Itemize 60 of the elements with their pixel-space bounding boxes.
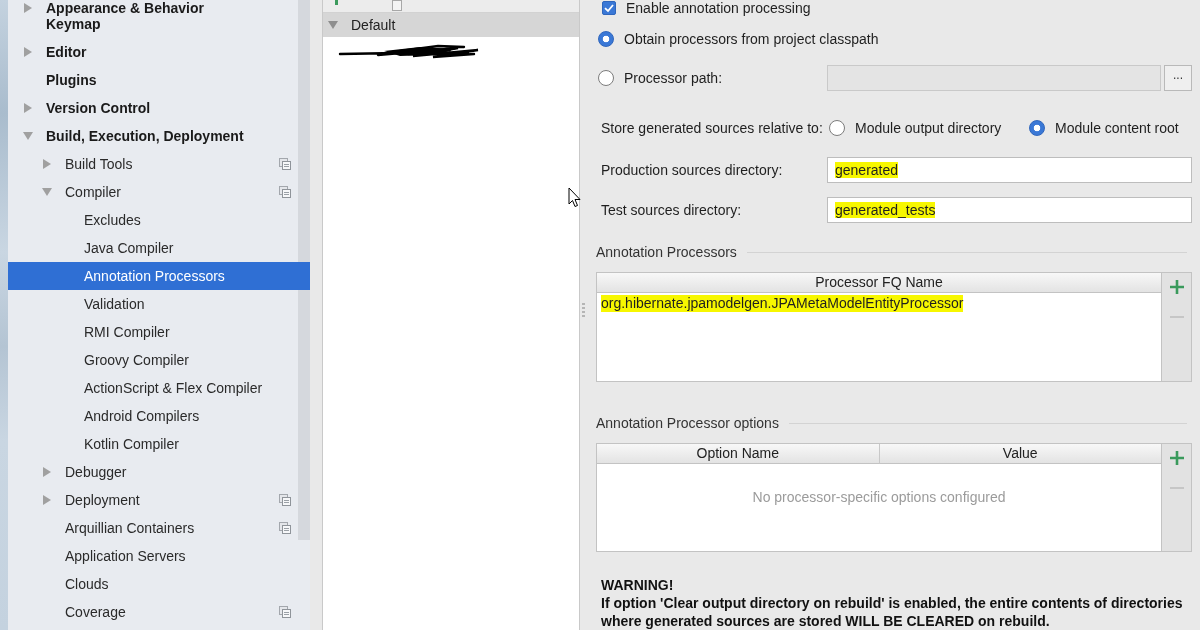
caret-down-icon[interactable] bbox=[42, 188, 52, 196]
caret-right-icon[interactable] bbox=[24, 47, 32, 57]
tree-item[interactable]: Excludes bbox=[8, 206, 310, 234]
tree-item[interactable]: Groovy Compiler bbox=[8, 346, 310, 374]
square-icon[interactable] bbox=[392, 0, 402, 11]
tree-item[interactable]: Kotlin Compiler bbox=[8, 430, 310, 458]
caret-right-icon[interactable] bbox=[43, 495, 51, 505]
tree-item[interactable]: Compiler bbox=[8, 178, 310, 206]
tree-item[interactable]: Validation bbox=[8, 290, 310, 318]
warning-text: If option 'Clear output directory on rebuild' is enabled, the entire contents of directories where generated sources are stored WILL BE CLEARED on rebuild. bbox=[601, 594, 1184, 630]
tree-item[interactable]: Deployment bbox=[8, 486, 310, 514]
caret-right-icon[interactable] bbox=[24, 103, 32, 113]
add-icon[interactable] bbox=[1169, 280, 1184, 294]
caret-down-icon[interactable] bbox=[23, 132, 33, 140]
column-header[interactable]: Option Name bbox=[597, 444, 879, 464]
tree-item[interactable]: ActionScript & Flex Compiler bbox=[8, 374, 310, 402]
warning-title: WARNING! bbox=[601, 576, 675, 594]
tree-item[interactable]: Default bbox=[323, 13, 579, 37]
caret-right-icon[interactable] bbox=[43, 159, 51, 169]
caret-right-icon[interactable] bbox=[43, 467, 51, 477]
tree-item[interactable]: Application Servers bbox=[8, 542, 310, 570]
tree-item[interactable]: Editor bbox=[8, 38, 310, 66]
radio-button[interactable]: Module output directory bbox=[829, 117, 1029, 139]
tree-item[interactable]: RMI Compiler bbox=[8, 318, 310, 346]
section-title: Annotation Processor options bbox=[596, 415, 779, 431]
checkbox[interactable]: Enable annotation processing bbox=[602, 0, 811, 16]
column-header[interactable]: Processor FQ Name bbox=[597, 273, 1161, 293]
tree-item[interactable]: Annotation Processors bbox=[8, 262, 310, 290]
tree-item[interactable]: Version Control bbox=[8, 94, 310, 122]
caret-down-icon[interactable] bbox=[328, 21, 338, 29]
field-label: Test sources directory: bbox=[601, 202, 743, 218]
tree-item[interactable]: Java Compiler bbox=[8, 234, 310, 262]
tree-item[interactable]: Appearance & Behavior bbox=[8, 0, 310, 16]
radio-button[interactable]: Module content root bbox=[1029, 117, 1179, 139]
grip-icon[interactable] bbox=[582, 303, 585, 318]
radio-icon[interactable] bbox=[829, 120, 845, 136]
text-field[interactable]: generated_tests bbox=[827, 197, 1192, 223]
field-label: Store generated sources relative to: bbox=[601, 120, 824, 136]
scrollbar-thumb[interactable] bbox=[298, 0, 310, 540]
tree-item[interactable]: Build, Execution, Deployment bbox=[8, 122, 310, 150]
checkbox-icon[interactable] bbox=[602, 1, 616, 15]
radio-icon[interactable] bbox=[598, 31, 614, 47]
add-icon[interactable] bbox=[1169, 451, 1184, 465]
tree-item[interactable]: Arquillian Containers bbox=[8, 514, 310, 542]
tree-item[interactable]: Android Compilers bbox=[8, 402, 310, 430]
tree-item[interactable]: Coverage bbox=[8, 598, 310, 626]
empty-table-message: No processor-specific options configured bbox=[752, 489, 1006, 505]
text-field[interactable]: generated bbox=[827, 157, 1192, 183]
radio-icon[interactable] bbox=[1029, 120, 1045, 136]
tree-item[interactable]: Build Tools bbox=[8, 150, 310, 178]
field-label: Production sources directory: bbox=[601, 162, 784, 178]
tree-item[interactable]: Plugins bbox=[8, 66, 310, 94]
tree-item[interactable]: Debugger bbox=[8, 458, 310, 486]
radio-icon[interactable] bbox=[598, 70, 614, 86]
radio-button[interactable]: Processor path: bbox=[598, 67, 827, 89]
column-header[interactable]: Value bbox=[878, 444, 1161, 464]
caret-right-icon[interactable] bbox=[24, 3, 32, 13]
section-title: Annotation Processors bbox=[596, 244, 737, 260]
tree-item[interactable]: Clouds bbox=[8, 570, 310, 598]
radio-button[interactable]: Obtain processors from project classpath bbox=[598, 28, 879, 50]
